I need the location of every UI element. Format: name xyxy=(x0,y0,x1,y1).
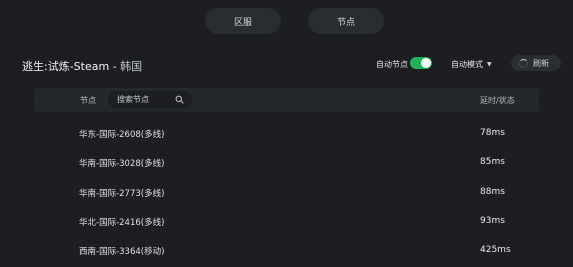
caret-down-icon: ▼ xyxy=(487,61,492,68)
tab-region[interactable]: 区服 xyxy=(205,8,281,34)
region-name: 韩国 xyxy=(120,60,143,73)
search-input[interactable] xyxy=(117,95,173,104)
node-row[interactable]: 华南-国际-3028(多线) 85ms xyxy=(34,152,539,174)
page-title: 逃生:试炼-Steam - 韩国 xyxy=(22,58,142,74)
search-icon[interactable] xyxy=(175,95,184,104)
node-name: 华南-国际-2773(多线) xyxy=(79,189,165,199)
search-box[interactable] xyxy=(108,91,192,108)
node-latency: 93ms xyxy=(480,216,505,226)
column-header-latency: 延时/状态 xyxy=(480,96,515,105)
node-name: 华南-国际-3028(多线) xyxy=(79,159,165,169)
auto-mode-label: 自动模式 xyxy=(451,60,483,69)
auto-node-toggle[interactable] xyxy=(410,57,432,69)
node-row[interactable]: 西南-国际-3364(移动) 425ms xyxy=(34,240,539,262)
node-name: 华北-国际-2416(多线) xyxy=(79,218,165,228)
node-row[interactable]: 华东-国际-2608(多线) 78ms xyxy=(34,123,539,145)
node-latency: 88ms xyxy=(480,187,505,197)
refresh-button[interactable]: 刷新 xyxy=(511,55,561,71)
table-header: 节点 延时/状态 xyxy=(34,88,539,112)
node-row[interactable]: 华北-国际-2416(多线) 93ms xyxy=(34,211,539,233)
auto-mode-dropdown[interactable]: 自动模式 ▼ xyxy=(451,59,492,70)
node-name: 华东-国际-2608(多线) xyxy=(79,130,165,140)
column-header-node: 节点 xyxy=(80,96,96,105)
tab-node[interactable]: 节点 xyxy=(308,8,384,34)
node-latency: 425ms xyxy=(480,245,511,255)
auto-node-label: 自动节点 xyxy=(376,60,408,69)
node-row[interactable]: 华南-国际-2773(多线) 88ms xyxy=(34,182,539,204)
toggle-knob xyxy=(421,58,431,68)
node-latency: 85ms xyxy=(480,157,505,167)
game-title: 逃生:试炼-Steam - xyxy=(22,60,121,73)
refresh-label: 刷新 xyxy=(533,58,549,68)
refresh-spinner-icon xyxy=(519,58,528,68)
node-name: 西南-国际-3364(移动) xyxy=(79,247,165,257)
tab-bar: 区服 节点 xyxy=(0,8,573,34)
node-latency: 78ms xyxy=(480,128,505,138)
